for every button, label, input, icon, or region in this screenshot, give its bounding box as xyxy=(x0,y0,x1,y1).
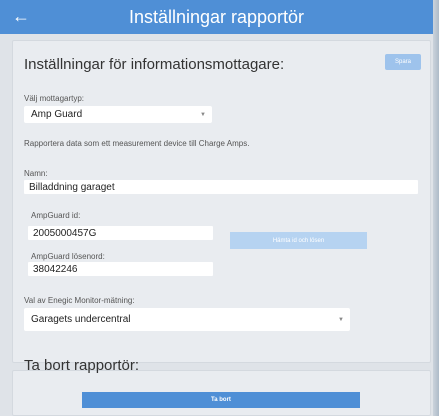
chevron-down-icon: ▼ xyxy=(200,111,206,118)
remove-reporter-heading: Ta bort rapportör: xyxy=(24,357,140,374)
ampguard-id-field[interactable]: 2005000457G xyxy=(28,226,213,240)
window-edge xyxy=(433,0,439,416)
save-button[interactable]: Spara xyxy=(385,54,421,70)
monitor-measurement-label: Val av Enegic Monitor-mätning: xyxy=(24,296,135,305)
top-app-bar: ← Inställningar rapportör xyxy=(0,0,433,34)
monitor-measurement-value: Garagets undercentral xyxy=(31,314,131,325)
ampguard-password-field[interactable]: 38042246 xyxy=(28,262,213,276)
recipient-type-label: Välj mottagartyp: xyxy=(24,94,85,103)
delete-button[interactable]: Ta bort xyxy=(82,392,360,408)
name-field[interactable]: Billaddning garaget xyxy=(24,180,418,194)
fetch-credentials-button[interactable]: Hämta id och lösen xyxy=(230,232,367,249)
name-label: Namn: xyxy=(24,169,48,178)
ampguard-password-label: AmpGuard lösenord: xyxy=(31,252,105,261)
ampguard-id-label: AmpGuard id: xyxy=(31,211,81,220)
recipient-type-value: Amp Guard xyxy=(31,109,83,120)
info-text: Rapportera data som ett measurement devi… xyxy=(24,139,250,148)
monitor-measurement-select[interactable]: Garagets undercentral ▼ xyxy=(24,308,350,331)
chevron-down-icon: ▼ xyxy=(338,316,344,323)
page-title: Inställningar rapportör xyxy=(128,7,305,27)
recipient-settings-heading: Inställningar för informationsmottagare: xyxy=(24,56,285,73)
recipient-type-select[interactable]: Amp Guard ▼ xyxy=(24,106,212,123)
